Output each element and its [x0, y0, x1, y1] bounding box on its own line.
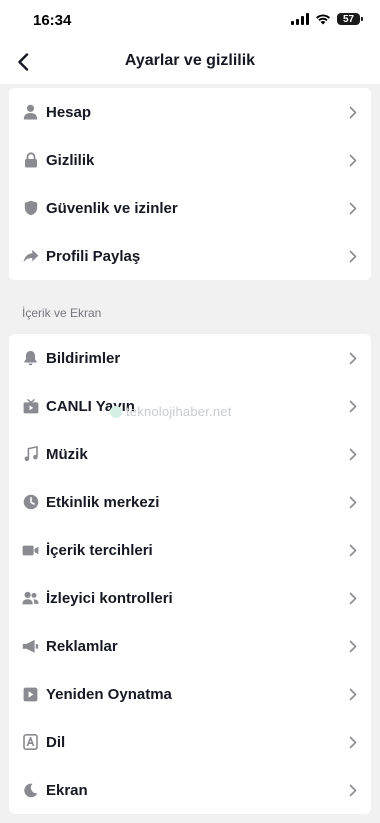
- settings-item-label: Güvenlik ve izinler: [46, 199, 178, 217]
- battery-level: 57: [342, 13, 355, 25]
- music-note-icon: [22, 446, 39, 463]
- status-icons: 57: [291, 13, 363, 25]
- play-icon: [22, 686, 39, 703]
- settings-item-language[interactable]: Dil: [9, 718, 371, 766]
- settings-item-label: Profili Paylaş: [46, 247, 141, 265]
- wifi-icon: [316, 14, 330, 25]
- status-bar: 16:34 57: [0, 0, 380, 40]
- settings-item-label: Etkinlik merkezi: [46, 493, 160, 511]
- watermark: teknolojihaber.net: [110, 404, 232, 419]
- settings-item-label: Hesap: [46, 103, 92, 121]
- moon-icon: [22, 782, 39, 799]
- chevron-right-icon: [348, 687, 358, 701]
- settings-item-audience-controls[interactable]: İzleyici kontrolleri: [9, 574, 371, 622]
- chevron-right-icon: [348, 201, 358, 215]
- chevron-right-icon: [348, 543, 358, 557]
- settings-item-label: İzleyici kontrolleri: [46, 589, 173, 607]
- settings-item-privacy[interactable]: Gizlilik: [9, 136, 371, 184]
- settings-item-display[interactable]: Ekran: [9, 766, 371, 814]
- settings-item-music[interactable]: Müzik: [9, 430, 371, 478]
- settings-item-label: İçerik tercihleri: [46, 541, 153, 559]
- settings-item-replay[interactable]: Yeniden Oynatma: [9, 670, 371, 718]
- megaphone-icon: [22, 638, 39, 655]
- people-icon: [22, 590, 39, 607]
- chevron-right-icon: [348, 351, 358, 365]
- settings-item-account[interactable]: Hesap: [9, 88, 371, 136]
- chevron-right-icon: [348, 447, 358, 461]
- video-camera-icon: [22, 542, 39, 559]
- bell-icon: [22, 350, 39, 367]
- watermark-text: teknolojihaber.net: [126, 404, 232, 419]
- settings-item-content-preferences[interactable]: İçerik tercihleri: [9, 526, 371, 574]
- settings-item-label: Gizlilik: [46, 151, 95, 169]
- chevron-right-icon: [348, 591, 358, 605]
- chevron-right-icon: [348, 639, 358, 653]
- chevron-right-icon: [348, 399, 358, 413]
- page-title: Ayarlar ve gizlilik: [124, 52, 256, 69]
- chevron-right-icon: [348, 495, 358, 509]
- settings-item-label: Yeniden Oynatma: [46, 685, 172, 703]
- settings-item-label: Reklamlar: [46, 637, 118, 655]
- chevron-right-icon: [348, 783, 358, 797]
- settings-item-notifications[interactable]: Bildirimler: [9, 334, 371, 382]
- settings-item-label: Ekran: [46, 781, 88, 799]
- settings-item-label: Dil: [46, 733, 66, 751]
- settings-item-label: Bildirimler: [46, 349, 121, 367]
- shield-icon: [22, 200, 39, 217]
- lock-icon: [22, 152, 39, 169]
- section-title-content-display: İçerik ve Ekran: [22, 306, 102, 320]
- battery-icon: 57: [337, 13, 363, 25]
- share-arrow-icon: [22, 248, 39, 265]
- chevron-right-icon: [348, 249, 358, 263]
- tv-icon: [22, 398, 39, 415]
- chevron-right-icon: [348, 735, 358, 749]
- chevron-right-icon: [348, 105, 358, 119]
- settings-item-ads[interactable]: Reklamlar: [9, 622, 371, 670]
- cellular-signal-icon: [291, 13, 309, 25]
- settings-item-label: Müzik: [46, 445, 88, 463]
- settings-item-share-profile[interactable]: Profili Paylaş: [9, 232, 371, 280]
- clock-icon: [22, 494, 39, 511]
- nav-bar: Ayarlar ve gizlilik: [0, 40, 380, 84]
- person-icon: [22, 104, 39, 121]
- chevron-right-icon: [348, 153, 358, 167]
- watermark-logo-icon: [110, 405, 122, 418]
- settings-item-security[interactable]: Güvenlik ve izinler: [9, 184, 371, 232]
- status-time: 16:34: [33, 12, 72, 29]
- account-card: Hesap Gizlilik Güvenlik ve izinler Profi…: [9, 88, 371, 280]
- language-a-icon: [22, 734, 39, 751]
- settings-item-activity-center[interactable]: Etkinlik merkezi: [9, 478, 371, 526]
